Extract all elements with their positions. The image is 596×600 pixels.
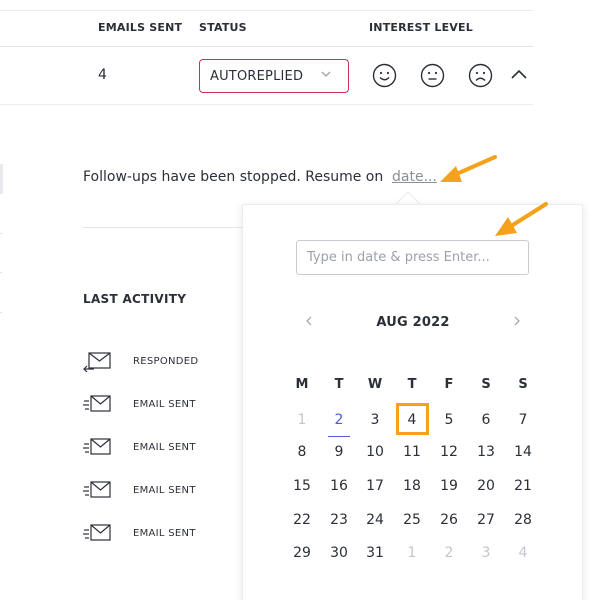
month-label: AUG 2022 [376,315,450,330]
status-dropdown[interactable]: AUTOREPLIED [199,59,349,93]
calendar-day[interactable]: 16 [323,478,355,498]
happy-face-icon[interactable] [372,63,397,88]
calendar-day[interactable]: 1 [396,545,428,565]
calendar-day[interactable]: 11 [396,444,428,464]
calendar-day[interactable]: 5 [433,412,465,432]
status-value: AUTOREPLIED [210,68,304,84]
left-edge-panel [0,164,3,194]
calendar-day[interactable]: 8 [286,444,318,464]
weekday-label: T [334,377,344,392]
sent-mail-icon [83,524,111,541]
calendar-day[interactable]: 18 [396,478,428,498]
calendar-day[interactable]: 7 [507,412,539,432]
weekday-label: M [295,377,309,392]
last-activity-title: LAST ACTIVITY [83,292,187,306]
activity-label: RESPONDED [133,356,199,367]
left-edge-divider [0,312,2,313]
calendar-day[interactable]: 22 [286,512,318,532]
left-edge-divider [0,272,2,273]
calendar-day[interactable]: 23 [323,512,355,532]
calendar-day[interactable]: 9 [323,444,355,464]
weekday-label: F [444,377,454,392]
calendar-day-selected[interactable]: 4 [396,412,428,432]
header-interest-level: INTEREST LEVEL [369,21,473,34]
calendar-day[interactable]: 25 [396,512,428,532]
left-edge-divider [0,233,2,234]
calendar-day[interactable]: 10 [359,444,391,464]
calendar-day[interactable]: 31 [359,545,391,565]
top-divider [0,10,533,11]
activity-label: EMAIL SENT [133,399,196,410]
followup-text: Follow-ups have been stopped. Resume on [83,169,384,185]
sad-face-icon[interactable] [468,63,493,88]
next-month-button[interactable] [510,314,524,328]
section-divider [83,227,243,228]
sent-mail-icon [83,481,111,498]
calendar-day[interactable]: 19 [433,478,465,498]
sent-mail-icon [83,438,111,455]
activity-label: EMAIL SENT [133,528,196,539]
calendar-day[interactable]: 30 [323,545,355,565]
calendar-day[interactable]: 29 [286,545,318,565]
resume-date-link[interactable]: date... [392,169,437,185]
calendar-day[interactable]: 2 [433,545,465,565]
calendar-day[interactable]: 4 [507,545,539,565]
calendar-day[interactable]: 17 [359,478,391,498]
calendar-day[interactable]: 15 [286,478,318,498]
reply-mail-icon [83,352,111,373]
calendar-day[interactable]: 21 [507,478,539,498]
calendar-day[interactable]: 13 [470,444,502,464]
weekday-label: T [407,377,417,392]
row-divider [0,104,533,105]
date-input[interactable] [296,240,529,275]
activity-label: EMAIL SENT [133,442,196,453]
calendar-day[interactable]: 20 [470,478,502,498]
chevron-up-icon[interactable] [510,67,528,81]
calendar-day[interactable]: 24 [359,512,391,532]
calendar-day[interactable]: 26 [433,512,465,532]
annotation-arrow-icon [440,155,497,182]
activity-label: EMAIL SENT [133,485,196,496]
calendar-day[interactable]: 1 [286,412,318,432]
prev-month-button[interactable] [302,314,316,328]
calendar-day[interactable]: 28 [507,512,539,532]
weekday-label: W [367,377,383,392]
header-status: STATUS [199,21,247,34]
calendar-day[interactable]: 3 [359,412,391,432]
emails-sent-count: 4 [98,67,107,83]
neutral-face-icon[interactable] [420,63,445,88]
calendar-day-today[interactable]: 2 [323,412,355,437]
chevron-down-icon [321,71,331,77]
calendar-day[interactable]: 14 [507,444,539,464]
calendar-day[interactable]: 12 [433,444,465,464]
annotation-arrow-icon [495,202,548,236]
weekday-label: S [481,377,491,392]
calendar-day[interactable]: 6 [470,412,502,432]
header-divider [0,46,533,47]
header-emails-sent: EMAILS SENT [98,21,183,34]
sent-mail-icon [83,395,111,412]
weekday-label: S [518,377,528,392]
calendar-day[interactable]: 27 [470,512,502,532]
calendar-day[interactable]: 3 [470,545,502,565]
